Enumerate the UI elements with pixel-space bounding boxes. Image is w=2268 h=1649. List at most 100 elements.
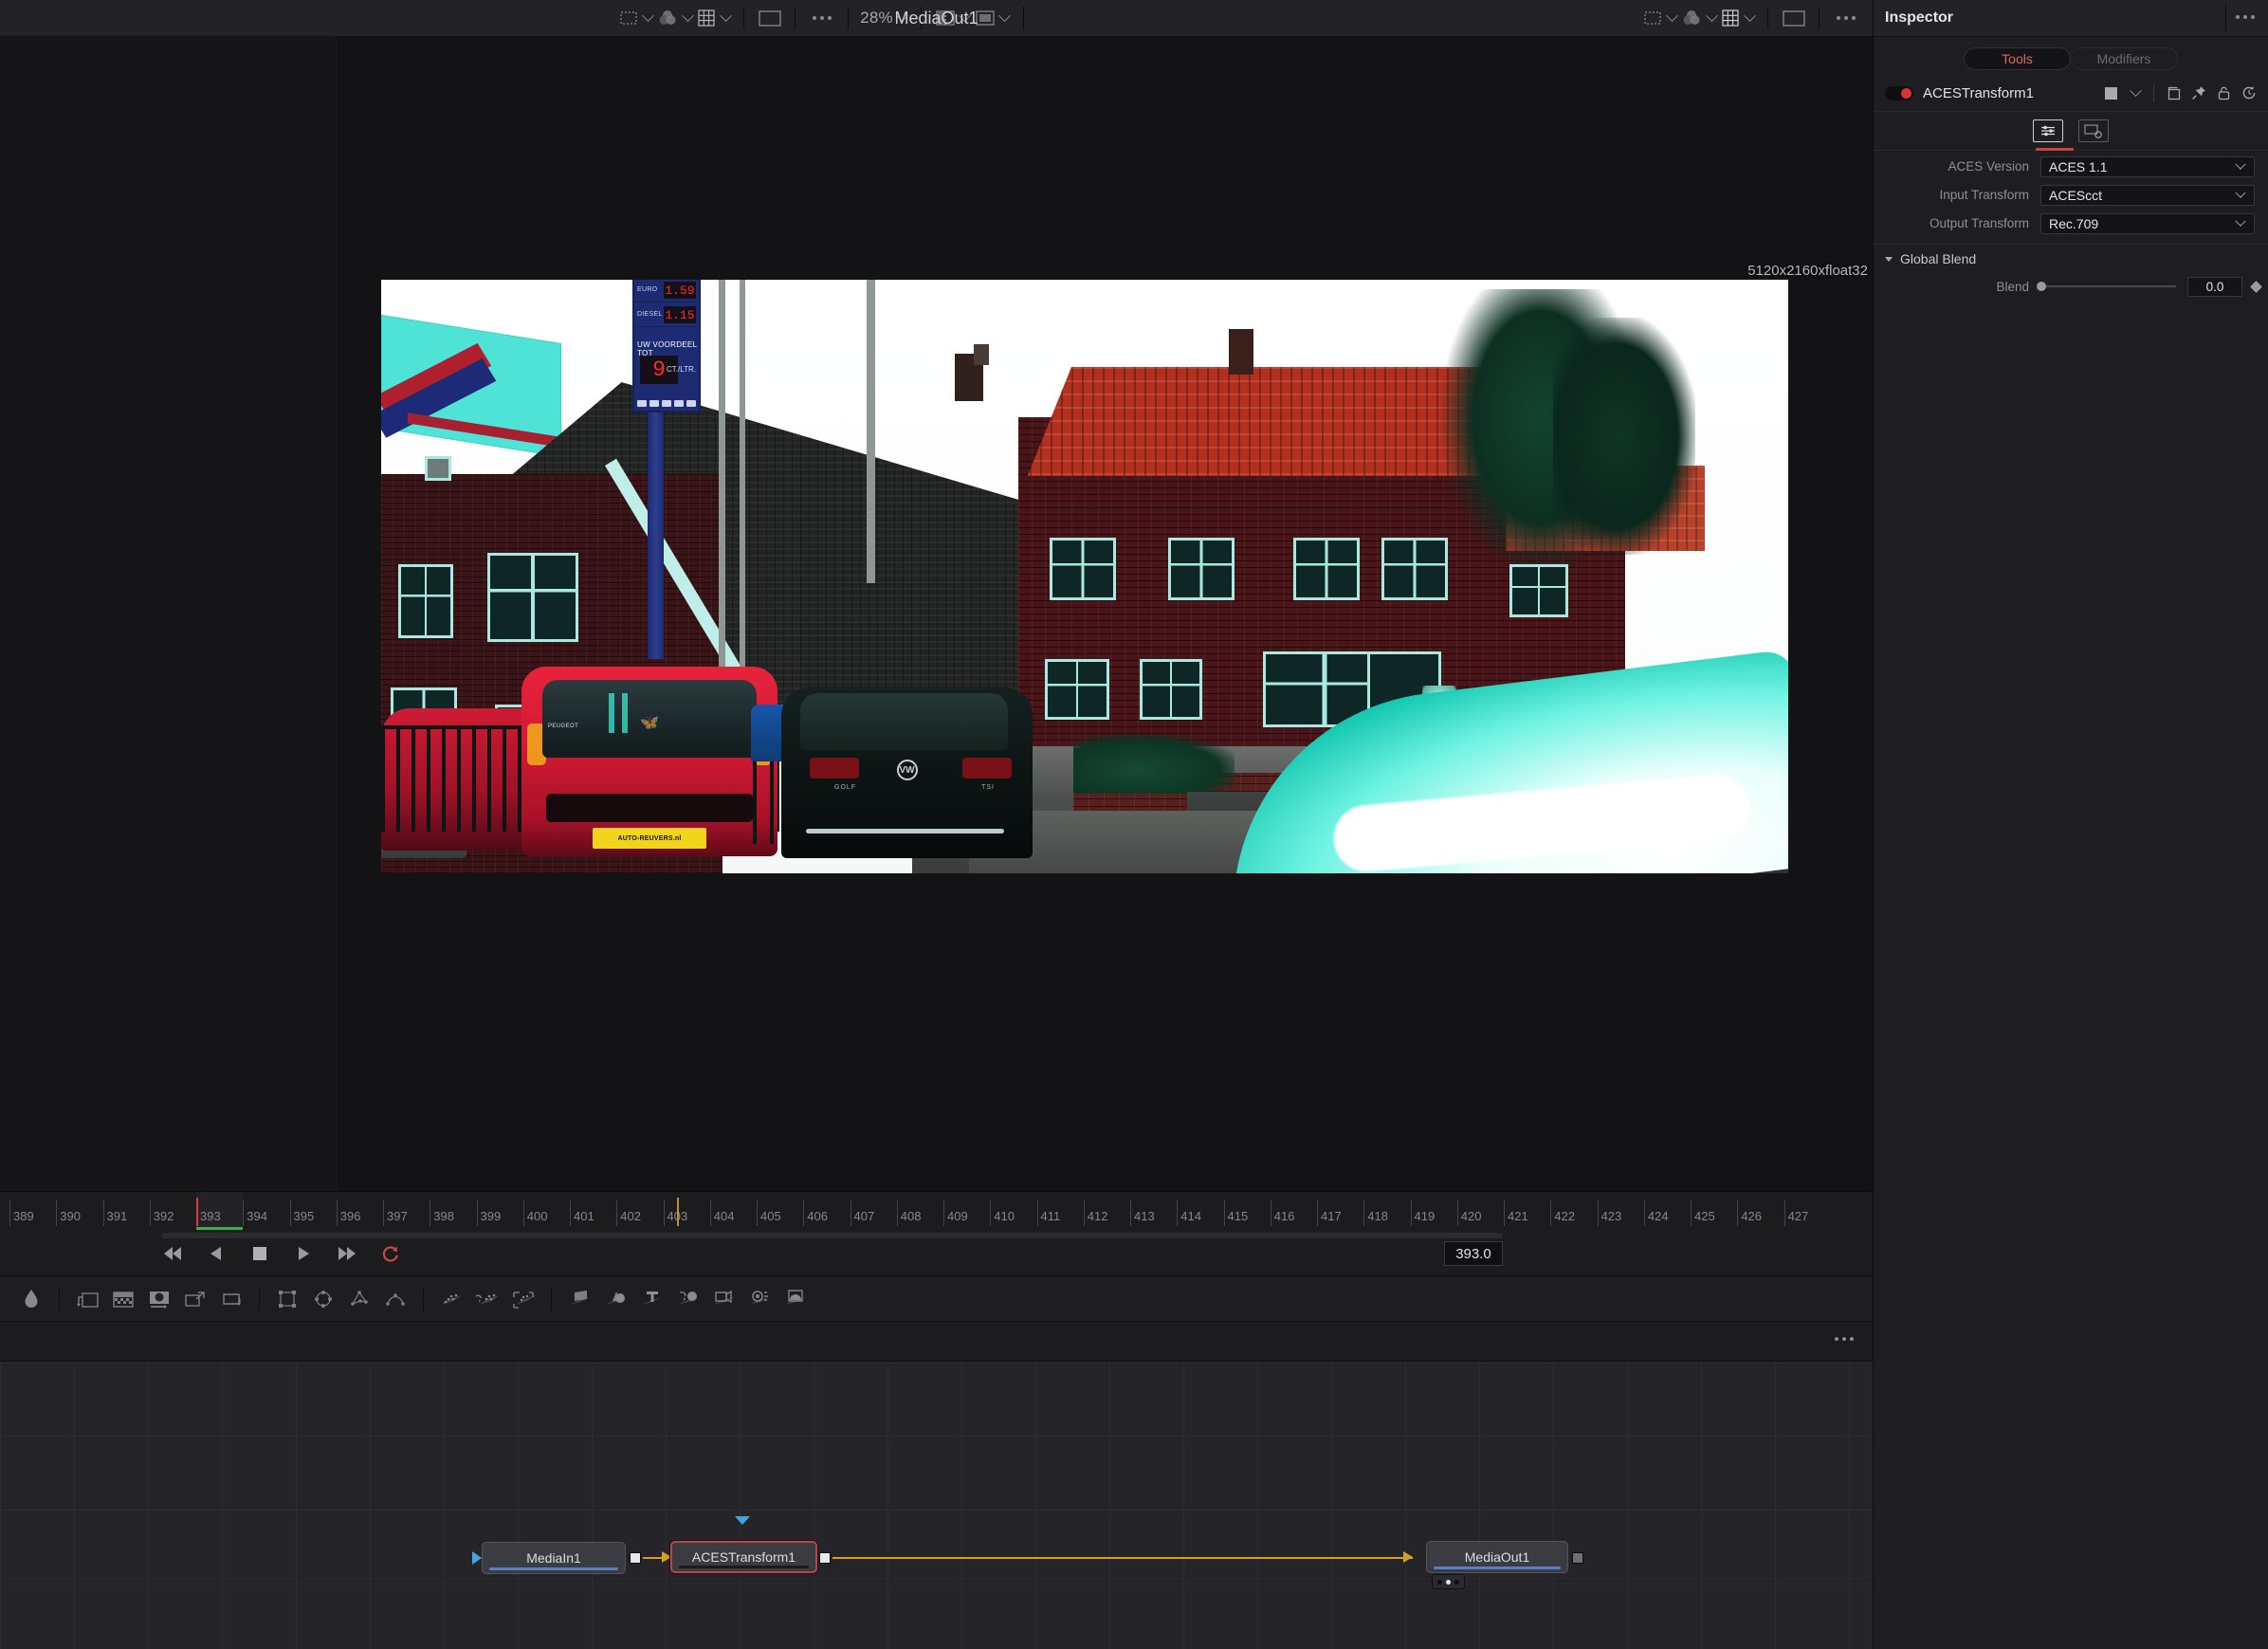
fit-frame-icon[interactable] [1780, 6, 1808, 30]
text-3d-icon[interactable] [633, 1281, 669, 1317]
blend-slider-knob[interactable] [2037, 282, 2046, 291]
camera-tracker-icon[interactable] [505, 1281, 541, 1317]
go-to-last-frame-button[interactable] [336, 1242, 358, 1265]
window [1140, 659, 1202, 720]
node-graph-options-icon[interactable] [1829, 1337, 1859, 1341]
split-view-icon[interactable] [933, 6, 958, 30]
background-icon[interactable] [69, 1281, 105, 1317]
chevron-down-icon[interactable] [1704, 6, 1719, 30]
fit-frame-icon[interactable] [756, 6, 784, 30]
mediaout-output-tile[interactable] [1572, 1552, 1583, 1564]
window [1509, 564, 1568, 617]
inspector-options-icon[interactable] [2230, 15, 2260, 19]
polygon-mask-icon[interactable] [341, 1281, 377, 1317]
renderer-3d-icon[interactable] [777, 1281, 814, 1317]
ellipse-mask-icon[interactable] [305, 1281, 341, 1317]
param-select-input-transform[interactable]: ACEScct [2040, 184, 2255, 206]
zoom-level-label[interactable]: 28% [860, 9, 895, 27]
car-brand-text: PEUGEOT [548, 724, 579, 729]
playhead[interactable] [196, 1198, 198, 1226]
ruler-tick: 389 [9, 1200, 34, 1226]
image-plane-3d-icon[interactable] [561, 1281, 597, 1317]
ruler-tick-label: 408 [900, 1209, 922, 1223]
spot-light-icon[interactable] [741, 1281, 777, 1317]
chevron-down-icon[interactable] [2128, 81, 2143, 105]
chevron-down-icon[interactable] [1664, 6, 1679, 30]
node-graph[interactable]: MediaIn1 ACESTransform1 MediaOut1 [0, 1362, 1873, 1649]
color-swatch-icon[interactable] [2105, 86, 2117, 100]
mediain-output-tile[interactable] [630, 1552, 641, 1564]
rendered-image[interactable]: Dierenkliniek Oldenzaal-Losser EURO 1.59… [381, 280, 1788, 873]
camera-3d-icon[interactable] [705, 1281, 741, 1317]
rectangle-mask-icon[interactable] [269, 1281, 305, 1317]
blur-icon[interactable] [13, 1281, 49, 1317]
node-acestransform1[interactable]: ACESTransform1 [670, 1541, 817, 1573]
chevron-down-icon[interactable] [640, 6, 655, 30]
go-to-first-frame-button[interactable] [161, 1242, 184, 1265]
ruler-tick-label: 412 [1087, 1209, 1108, 1223]
ruler-tick: 394 [243, 1200, 267, 1226]
stop-button[interactable] [248, 1242, 271, 1265]
play-forward-button[interactable] [292, 1242, 315, 1265]
pin-icon[interactable] [2191, 85, 2206, 101]
mediaout-status-badge[interactable] [1432, 1574, 1465, 1589]
planar-tracker-icon[interactable] [469, 1281, 505, 1317]
duplicate-icon[interactable] [2165, 86, 2181, 101]
reset-icon[interactable] [2241, 85, 2257, 101]
inspector-header: Inspector [1874, 0, 2268, 37]
tool-enable-toggle[interactable] [1885, 85, 1913, 101]
merge-icon[interactable] [213, 1281, 249, 1317]
play-reverse-button[interactable] [205, 1242, 228, 1265]
blend-value-field[interactable]: 0.0 [2187, 276, 2242, 297]
merge-3d-icon[interactable] [669, 1281, 705, 1317]
lock-icon[interactable] [2217, 85, 2231, 101]
node-label: MediaOut1 [1464, 1549, 1530, 1565]
chevron-down-icon[interactable] [958, 6, 973, 30]
timeline-scrollbar[interactable] [161, 1233, 1503, 1238]
shape-3d-icon[interactable] [597, 1281, 633, 1317]
chimney-cap [974, 344, 989, 365]
grid-icon[interactable] [695, 6, 718, 30]
viewer-right-fit-group [1768, 0, 1820, 36]
color-channels-icon[interactable] [1679, 6, 1704, 30]
more-options-icon[interactable] [1831, 16, 1861, 20]
blend-slider[interactable] [2037, 282, 2176, 291]
color-channels-icon[interactable] [655, 6, 680, 30]
checkerboard-icon[interactable] [105, 1281, 141, 1317]
tab-modifiers[interactable]: Modifiers [2071, 47, 2178, 70]
keyframe-diamond-icon[interactable] [2250, 280, 2262, 293]
param-select-output-transform[interactable]: Rec.709 [2040, 212, 2255, 234]
sliders-icon[interactable] [2033, 119, 2063, 142]
current-frame-field[interactable]: 393.0 [1444, 1241, 1503, 1266]
range-marker[interactable] [677, 1198, 679, 1226]
chevron-down-icon[interactable] [1742, 6, 1757, 30]
chevron-down-icon[interactable] [680, 6, 695, 30]
loop-button[interactable] [379, 1242, 402, 1265]
bspline-mask-icon[interactable] [377, 1281, 413, 1317]
chevron-down-icon[interactable] [895, 6, 910, 30]
roi-icon[interactable] [1641, 6, 1664, 30]
more-options-icon[interactable] [807, 16, 837, 20]
tracker-icon[interactable] [433, 1281, 469, 1317]
chevron-down-icon[interactable] [997, 6, 1013, 30]
tab-tools[interactable]: Tools [1964, 47, 2071, 70]
ruler-tick-label: 402 [620, 1209, 641, 1223]
param-select-aces-version[interactable]: ACES 1.1 [2040, 156, 2255, 177]
acestransform-output-tile[interactable] [819, 1552, 831, 1564]
viewer-right-display-options [1630, 0, 1768, 36]
chevron-down-icon[interactable] [718, 6, 733, 30]
node-mediaout1[interactable]: MediaOut1 [1426, 1541, 1568, 1573]
roi-icon[interactable] [617, 6, 640, 30]
matte-control-icon[interactable] [141, 1281, 177, 1317]
global-blend-section-header[interactable]: Global Blend [1874, 245, 2268, 273]
viewer-area[interactable]: 5120x2160xfloat32 Dierenkliniek Oldenzaa… [0, 37, 1873, 1191]
single-view-icon[interactable] [973, 6, 997, 30]
settings-gear-icon[interactable] [2078, 119, 2109, 142]
node-mediain1[interactable]: MediaIn1 [482, 1542, 626, 1574]
tool-name-label: ACESTransform1 [1923, 84, 2034, 101]
timeline-ruler[interactable]: 389 390 391 392 393 394 395 396 397 398 399 400 401 4… [0, 1191, 1873, 1231]
grid-icon[interactable] [1719, 6, 1742, 30]
ruler-tick-label: 426 [1741, 1209, 1763, 1223]
acestransform-input-arrow-icon [735, 1516, 750, 1525]
transform-icon[interactable] [177, 1281, 213, 1317]
